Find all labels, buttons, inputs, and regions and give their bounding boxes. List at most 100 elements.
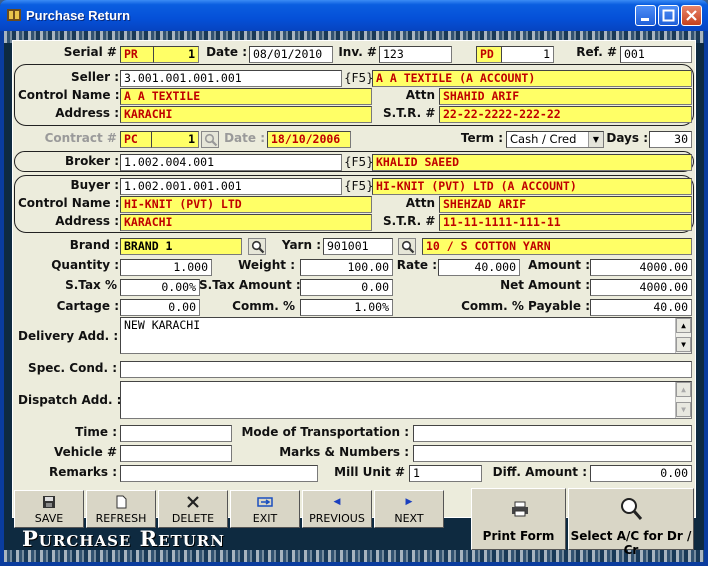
days-field[interactable]: 30 bbox=[649, 131, 692, 148]
diff-amount-field[interactable]: 0.00 bbox=[590, 465, 692, 482]
magnifier-icon bbox=[401, 240, 415, 254]
dispatch-address-textarea[interactable]: ▲ ▼ bbox=[120, 381, 692, 419]
next-button[interactable]: ▶ NEXT bbox=[374, 490, 444, 528]
comm-percent-field[interactable]: 1.00% bbox=[300, 299, 393, 316]
seller-attn-field[interactable]: SHAHID ARIF bbox=[439, 88, 692, 105]
contract-label: Contract # bbox=[44, 131, 117, 145]
previous-button[interactable]: ◀ PREVIOUS bbox=[302, 490, 372, 528]
contract-prefix-field[interactable]: PC bbox=[120, 131, 152, 148]
term-value: Cash / Cred bbox=[510, 132, 577, 146]
net-amount-field[interactable]: 4000.00 bbox=[590, 279, 692, 296]
delete-label: DELETE bbox=[171, 512, 215, 525]
yarn-lookup-button[interactable] bbox=[398, 238, 416, 255]
ref-field[interactable]: 001 bbox=[620, 46, 692, 63]
weight-field[interactable]: 100.00 bbox=[300, 259, 393, 276]
days-label: Days : bbox=[606, 131, 648, 145]
buyer-f5-hint: {F5} bbox=[344, 179, 374, 193]
form-brand-title: Purchase Return bbox=[22, 526, 225, 551]
toolbar: SAVE REFRESH DELETE EXIT ◀ PREVIOUS ▶ NE… bbox=[12, 488, 696, 557]
contract-date-field[interactable]: 18/10/2006 bbox=[267, 131, 351, 148]
close-button[interactable] bbox=[681, 5, 702, 26]
buyer-attn-field[interactable]: SHEHZAD ARIF bbox=[439, 196, 692, 213]
next-label: NEXT bbox=[394, 512, 424, 525]
buyer-str-field[interactable]: 11-11-1111-111-11 bbox=[439, 214, 692, 231]
broker-f5-hint: {F5} bbox=[344, 155, 374, 169]
yarn-code-field[interactable]: 901001 bbox=[323, 238, 393, 255]
seller-control-field[interactable]: A A TEXTILE bbox=[120, 88, 372, 105]
magnifier-icon bbox=[251, 240, 265, 254]
serial-label: Serial # bbox=[63, 45, 117, 59]
seller-str-field[interactable]: 22-22-2222-222-22 bbox=[439, 106, 692, 123]
date-label: Date : bbox=[206, 45, 247, 59]
yarn-description-field[interactable]: 10 / S COTTON YARN bbox=[422, 238, 692, 255]
brand-field[interactable]: BRAND 1 bbox=[120, 238, 242, 255]
time-field[interactable] bbox=[120, 425, 232, 442]
date-field[interactable]: 08/01/2010 bbox=[249, 46, 333, 63]
magnifier-icon bbox=[204, 133, 218, 147]
scroll-down-icon[interactable]: ▼ bbox=[676, 402, 691, 417]
delete-button[interactable]: DELETE bbox=[158, 490, 228, 528]
stax-amount-field[interactable]: 0.00 bbox=[300, 279, 393, 296]
refresh-button[interactable]: REFRESH bbox=[86, 490, 156, 528]
remarks-field[interactable] bbox=[120, 465, 318, 482]
save-button[interactable]: SAVE bbox=[14, 490, 84, 528]
contract-lookup-button[interactable] bbox=[201, 131, 219, 148]
minimize-button[interactable] bbox=[635, 5, 656, 26]
spec-cond-field[interactable] bbox=[120, 361, 692, 378]
mode-label: Mode of Transportation : bbox=[241, 425, 409, 439]
mill-unit-field[interactable]: 1 bbox=[409, 465, 482, 482]
refresh-label: REFRESH bbox=[95, 512, 147, 525]
weight-label: Weight : bbox=[238, 258, 295, 272]
marks-field[interactable] bbox=[413, 445, 692, 462]
window-title: Purchase Return bbox=[26, 8, 131, 23]
dropdown-arrow-icon[interactable]: ▼ bbox=[588, 132, 603, 147]
exit-button[interactable]: EXIT bbox=[230, 490, 300, 528]
close-icon bbox=[686, 10, 697, 21]
contract-number-field[interactable]: 1 bbox=[151, 131, 199, 148]
select-account-button[interactable]: Select A/C for Dr / Cr bbox=[568, 488, 694, 557]
scroll-up-icon[interactable]: ▲ bbox=[676, 318, 691, 333]
amount-field[interactable]: 4000.00 bbox=[590, 259, 692, 276]
dispatch-scrollbar[interactable]: ▲ ▼ bbox=[675, 382, 691, 418]
print-form-button[interactable]: Print Form bbox=[471, 488, 566, 550]
title-bar[interactable]: Purchase Return bbox=[0, 0, 708, 31]
seller-name-field[interactable]: A A TEXTILE (A ACCOUNT) bbox=[372, 70, 692, 87]
comm-payable-field[interactable]: 40.00 bbox=[590, 299, 692, 316]
serial-number-field[interactable]: 1 bbox=[153, 46, 199, 63]
buyer-control-field[interactable]: HI-KNIT (PVT) LTD bbox=[120, 196, 372, 213]
dispatch-label: Dispatch Add. : bbox=[18, 393, 122, 407]
buyer-address-field[interactable]: KARACHI bbox=[120, 214, 372, 231]
delivery-scrollbar[interactable]: ▲ ▼ bbox=[675, 318, 691, 353]
vehicle-field[interactable] bbox=[120, 445, 232, 462]
stax-percent-field[interactable]: 0.00% bbox=[120, 279, 200, 296]
buyer-code-field[interactable]: 1.002.001.001.001 bbox=[120, 178, 342, 195]
seller-str-label: S.T.R. # bbox=[383, 106, 436, 120]
broker-code-field[interactable]: 1.002.004.001 bbox=[120, 154, 342, 171]
buyer-label: Buyer : bbox=[70, 178, 119, 192]
term-label: Term : bbox=[460, 131, 503, 145]
exit-icon bbox=[231, 495, 299, 509]
scroll-up-icon[interactable]: ▲ bbox=[676, 382, 691, 397]
broker-name-field[interactable]: KHALID SAEED bbox=[372, 154, 692, 171]
invoice-field[interactable]: 123 bbox=[379, 46, 452, 63]
maximize-button[interactable] bbox=[658, 5, 679, 26]
rate-field[interactable]: 40.000 bbox=[438, 259, 520, 276]
mode-field[interactable] bbox=[413, 425, 692, 442]
serial-prefix-field[interactable]: PR bbox=[120, 46, 154, 63]
scroll-down-icon[interactable]: ▼ bbox=[676, 337, 691, 352]
pd-number-field[interactable]: 1 bbox=[501, 46, 554, 63]
delivery-address-textarea[interactable]: NEW KARACHI ▲ ▼ bbox=[120, 317, 692, 354]
seller-address-field[interactable]: KARACHI bbox=[120, 106, 372, 123]
client-area: Serial # PR 1 Date : 08/01/2010 Inv. # 1… bbox=[4, 31, 704, 562]
seller-f5-hint: {F5} bbox=[344, 71, 374, 85]
exit-label: EXIT bbox=[252, 512, 278, 525]
refresh-icon bbox=[87, 495, 155, 509]
seller-code-field[interactable]: 3.001.001.001.001 bbox=[120, 70, 342, 87]
cartage-field[interactable]: 0.00 bbox=[120, 299, 200, 316]
seller-label: Seller : bbox=[70, 70, 119, 84]
term-select[interactable]: Cash / Cred ▼ bbox=[506, 131, 604, 148]
pd-prefix-field[interactable]: PD bbox=[476, 46, 502, 63]
brand-lookup-button[interactable] bbox=[248, 238, 266, 255]
quantity-field[interactable]: 1.000 bbox=[120, 259, 212, 276]
buyer-name-field[interactable]: HI-KNIT (PVT) LTD (A ACCOUNT) bbox=[372, 178, 692, 195]
